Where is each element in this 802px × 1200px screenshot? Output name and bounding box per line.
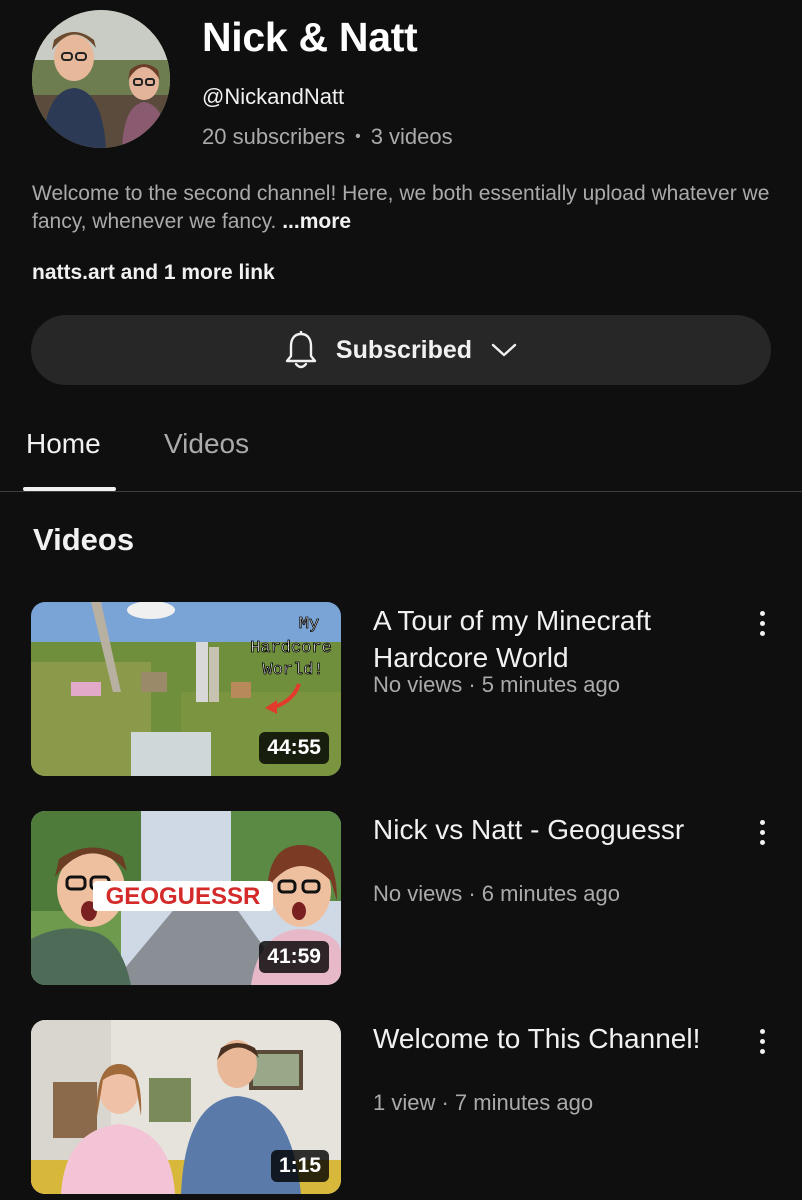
channel-links[interactable]: natts.art and 1 more link xyxy=(32,261,275,285)
thumbnail-text: My xyxy=(299,615,319,634)
video-meta: No views · 6 minutes ago xyxy=(373,881,620,906)
tab-home[interactable]: Home xyxy=(26,428,101,460)
svg-text:World!: World! xyxy=(262,661,323,680)
video-title[interactable]: Welcome to This Channel! xyxy=(373,1020,733,1057)
section-title: Videos xyxy=(33,522,135,557)
video-meta: 1 view · 7 minutes ago xyxy=(373,1090,594,1115)
subscribed-button[interactable]: Subscribed xyxy=(31,315,771,385)
more-options-icon[interactable] xyxy=(748,1024,776,1058)
channel-name: Nick & Natt xyxy=(202,14,418,60)
more-options-icon[interactable] xyxy=(748,606,776,640)
video-thumbnail[interactable]: GEOGUESSR 41:59 xyxy=(31,811,341,985)
video-duration: 41:59 xyxy=(259,941,329,973)
video-duration: 44:55 xyxy=(259,732,329,764)
video-count: 3 videos xyxy=(370,124,453,149)
channel-avatar[interactable] xyxy=(32,10,170,148)
active-tab-indicator xyxy=(23,487,116,491)
video-item: 1:15 Welcome to This Channel! 1 view · 7… xyxy=(0,1020,802,1195)
subscriber-count: 20 subscribers xyxy=(202,124,346,149)
video-thumbnail[interactable]: My Hardcore World! 44:55 xyxy=(31,602,341,776)
avatar-image xyxy=(32,10,170,148)
more-options-icon[interactable] xyxy=(748,815,776,849)
video-duration: 1:15 xyxy=(270,1150,329,1182)
video-title[interactable]: A Tour of my Minecraft Hardcore World xyxy=(373,602,733,676)
bell-icon xyxy=(284,330,318,370)
channel-stats: 20 subscribers • 3 videos xyxy=(202,124,453,150)
video-title[interactable]: Nick vs Natt - Geoguessr xyxy=(373,811,733,848)
description-text: Welcome to the second channel! Here, we … xyxy=(32,182,770,233)
video-meta: No views · 5 minutes ago xyxy=(373,672,620,697)
channel-handle: @NickandNatt xyxy=(202,84,345,109)
description-more-link[interactable]: ...more xyxy=(282,210,351,233)
video-item: GEOGUESSR 41:59 Nick vs Natt - Geoguessr… xyxy=(0,811,802,986)
chevron-down-icon xyxy=(490,341,518,359)
video-item: My Hardcore World! 44:55 A Tour of my Mi… xyxy=(0,602,802,777)
video-thumbnail[interactable]: 1:15 xyxy=(31,1020,341,1194)
thumbnail-text: GEOGUESSR xyxy=(106,883,261,910)
channel-description[interactable]: Welcome to the second channel! Here, we … xyxy=(32,180,772,236)
tab-videos[interactable]: Videos xyxy=(164,428,249,460)
svg-text:Hardcore: Hardcore xyxy=(250,639,332,658)
subscribed-label: Subscribed xyxy=(335,335,473,364)
stats-separator: • xyxy=(355,128,361,145)
channel-tabs: Home Videos xyxy=(0,410,802,492)
